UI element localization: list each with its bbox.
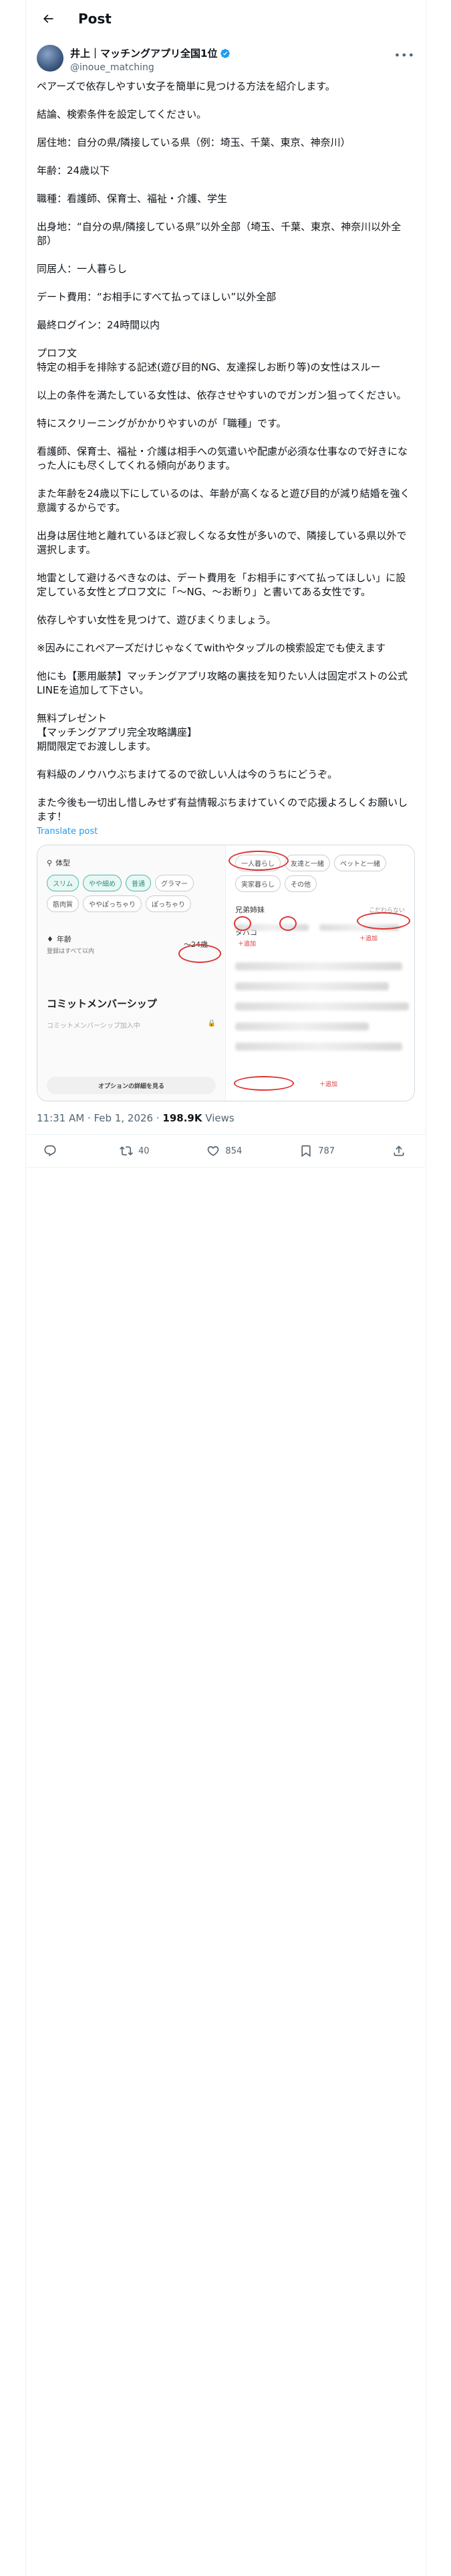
body-type-icon: ⚲ <box>47 858 53 867</box>
arrow-left-icon <box>43 14 53 23</box>
reply-icon <box>44 1145 56 1157</box>
body-type-chips: スリム やや細め 普通 グラマー 筋肉質 ややぽっちゃり ぽっちゃり <box>47 875 216 912</box>
bookmark-icon <box>301 1145 311 1158</box>
back-button[interactable] <box>37 7 59 30</box>
post-meta: 11:31 AM · Feb 1, 2026 · 198.9K Views <box>26 1101 426 1135</box>
commit-sub: コミットメンバーシップ加入中 <box>47 1023 140 1030</box>
bookmark-button[interactable]: 787 <box>299 1144 335 1158</box>
age-icon: ♦ <box>47 934 53 944</box>
post-paragraph: また今後も一切出し惜しみせず有益情報ぶちまけていくので応援よろしくお願いします！ <box>37 796 408 823</box>
post-paragraph: 出身は居住地と離れているほど寂しくなる女性が多いので、隣接している県以外で選択し… <box>37 530 407 556</box>
post-body: ペアーズで依存しやすい女子を簡単に見つける方法を紹介します。 結論、検索条件を設… <box>26 73 426 824</box>
age-sub: 登録はすべて以内 <box>47 948 95 955</box>
post-paragraph: 無料プレゼント 【マッチングアプリ完全攻略講座】 期間限定でお渡しします。 <box>37 712 198 752</box>
post-paragraph: プロフ文 特定の相手を排除する記述(遊び目的NG、友達探しお断り等)の女性はスル… <box>37 347 381 373</box>
repost-button[interactable]: 40 <box>119 1144 150 1158</box>
body-chip: 普通 <box>126 875 151 891</box>
body-chip: グラマー <box>155 875 194 891</box>
post-paragraph: 依存しやすい女性を見つけて、遊びまくりましょう。 <box>37 614 277 626</box>
share-button[interactable] <box>392 1144 406 1158</box>
search-filter-screenshot-left: ⚲ 体型 スリム やや細め 普通 グラマー 筋肉質 ややぽっちゃり ぽっちゃり … <box>37 845 226 1101</box>
page-title: Post <box>78 10 112 27</box>
blurred-content <box>235 1002 409 1010</box>
post-paragraph: 年齢：24歳以下 <box>37 165 110 177</box>
lock-icon: 🔒 <box>207 1020 216 1027</box>
body-chip: やや細め <box>83 875 122 891</box>
add-note: ＋追加 <box>359 936 378 942</box>
post-paragraph: 同居人：一人暮らし <box>37 263 128 275</box>
repost-icon <box>119 1146 133 1156</box>
post-paragraph: ペアーズで依存しやすい女子を簡単に見つける方法を紹介します。 <box>37 80 335 92</box>
post-paragraph: 以上の条件を満たしている女性は、依存させやすいのでガンガン狙ってください。 <box>37 389 407 401</box>
post-paragraph: また年齢を24歳以下にしているのは、年齢が高くなると遊び目的が減り結婚を強く意識… <box>37 488 410 514</box>
post-paragraph: 職種：看護師、保育士、福祉・介護、学生 <box>37 193 228 205</box>
post-paragraph: 出身地：“自分の県/隣接している県”以外全部（埼玉、千葉、東京、神奈川以外全部） <box>37 221 402 247</box>
heart-icon <box>208 1146 219 1156</box>
post-paragraph: ※因みにこれペアーズだけじゃなくてwithやタップルの検索設定でも使えます <box>37 642 386 654</box>
living-chip: ペットと一緒 <box>334 855 386 871</box>
post-paragraph: 最終ログイン：24時間以内 <box>37 319 160 331</box>
add-note: ＋追加 <box>238 941 257 948</box>
post-paragraph: 結論、検索条件を設定してください。 <box>37 108 207 120</box>
verified-badge-icon <box>220 48 231 58</box>
living-chip: その他 <box>285 875 317 892</box>
body-chip: ややぽっちゃり <box>83 895 142 912</box>
post-paragraph: 居住地：自分の県/隣接している県（例：埼玉、千葉、東京、神奈川） <box>37 136 351 148</box>
highlight-circle <box>229 851 289 871</box>
action-bar: 40 854 787 <box>26 1135 426 1168</box>
repost-count: 40 <box>138 1146 150 1156</box>
post-paragraph: 特にスクリーニングがかかりやすいのが「職種」です。 <box>37 417 287 429</box>
blurred-content <box>235 962 402 970</box>
views-label: Views <box>205 1112 235 1124</box>
post-paragraph: デート費用：“お相手にすべて払ってほしい”以外全部 <box>37 291 277 303</box>
share-icon <box>394 1146 404 1156</box>
translate-post-link[interactable]: Translate post <box>26 827 426 837</box>
highlight-circle <box>234 916 251 931</box>
highlight-circle <box>234 1076 294 1091</box>
post-author: 井上｜マッチングアプリ全国1位 @inoue_matching ••• <box>26 37 426 73</box>
avatar[interactable] <box>37 45 63 72</box>
living-chip: 実家暮らし <box>235 875 281 892</box>
views-count: 198.9K <box>162 1112 202 1124</box>
add-note: ＋追加 <box>319 1081 338 1088</box>
highlight-circle <box>357 912 410 930</box>
author-name[interactable]: 井上｜マッチングアプリ全国1位 <box>70 46 217 60</box>
options-button: オプションの詳細を見る <box>47 1077 216 1094</box>
top-bar: Post <box>26 0 426 37</box>
like-count: 854 <box>225 1146 243 1156</box>
blurred-content <box>235 1023 369 1031</box>
blurred-content <box>235 982 389 990</box>
post-paragraph: 地雷として避けるべきなのは、デート費用を「お相手にすべて払ってほしい」に設定して… <box>37 572 406 598</box>
post-timestamp[interactable]: 11:31 AM · Feb 1, 2026 <box>37 1112 153 1124</box>
commit-heading: コミットメンバーシップ <box>47 998 157 1010</box>
more-options-icon[interactable]: ••• <box>394 49 415 62</box>
highlight-circle <box>279 916 297 931</box>
body-type-label: ⚲ 体型 <box>47 858 71 868</box>
post-paragraph: 看護師、保育士、福祉・介護は相手への気遣いや配慮が必須な仕事なので好きになった人… <box>37 445 408 471</box>
living-chip: 友達と一緒 <box>285 855 330 871</box>
blurred-content <box>235 1043 402 1051</box>
like-button[interactable]: 854 <box>206 1144 242 1158</box>
post-paragraph: 他にも【悪用厳禁】マッチングアプリ攻略の裏技を知りたい人は固定ポストの公式LIN… <box>37 670 408 696</box>
reply-button[interactable] <box>43 1144 62 1158</box>
post-column: Post 井上｜マッチングアプリ全国1位 @inoue_matching •••… <box>25 0 426 2576</box>
highlight-circle <box>178 944 221 963</box>
author-handle[interactable]: @inoue_matching <box>70 62 231 73</box>
body-chip: ぽっちゃり <box>146 895 191 912</box>
post-image[interactable]: ⚲ 体型 スリム やや細め 普通 グラマー 筋肉質 ややぽっちゃり ぽっちゃり … <box>37 845 415 1101</box>
search-filter-screenshot-right: 一人暮らし 友達と一緒 ペットと一緒 実家暮らし その他 兄弟姉妹 こだわらない… <box>226 845 414 1101</box>
body-chip: スリム <box>47 875 79 891</box>
body-chip: 筋肉質 <box>47 895 79 912</box>
post-paragraph: 有料級のノウハウぶちまけてるので欲しい人は今のうちにどうぞ。 <box>37 768 338 780</box>
bookmark-count: 787 <box>318 1146 335 1156</box>
